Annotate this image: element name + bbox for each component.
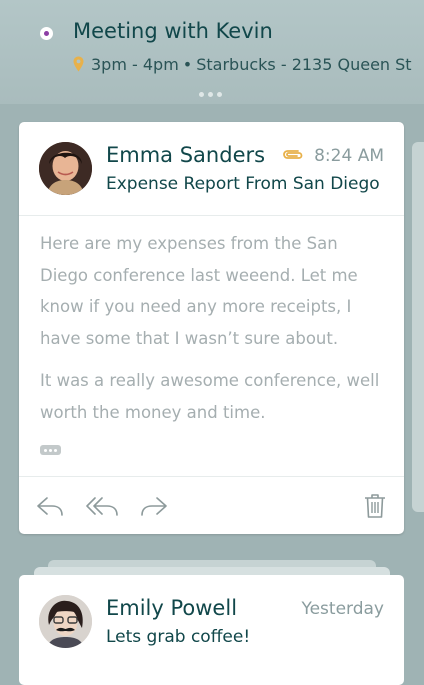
show-more-button[interactable] — [40, 445, 61, 455]
event-time: 3pm - 4pm — [91, 54, 179, 74]
delete-button[interactable] — [361, 492, 389, 520]
reply-button[interactable] — [33, 492, 67, 520]
email-time: Yesterday — [301, 599, 384, 619]
event-header[interactable]: Meeting with Kevin 3pm - 4pm • Starbucks… — [0, 0, 424, 104]
email-body-paragraph: It was a really awesome conference, well… — [40, 371, 380, 422]
event-details: 3pm - 4pm • Starbucks - 2135 Queen St — [73, 52, 418, 76]
attachment-icon — [283, 150, 303, 159]
header-divider — [19, 215, 404, 216]
email-time: 8:24 AM — [314, 146, 384, 166]
event-status-dot — [40, 27, 53, 40]
email-body-paragraph: Here are my expenses from the San Diego … — [40, 234, 358, 348]
separator-dot: • — [182, 54, 193, 74]
sender-name: Emma Sanders — [106, 143, 266, 167]
actions-divider — [19, 476, 404, 477]
next-card-edge[interactable] — [412, 142, 424, 512]
forward-button[interactable] — [137, 492, 171, 520]
avatar — [39, 142, 92, 195]
reply-all-button[interactable] — [83, 492, 123, 520]
location-pin-icon — [73, 56, 84, 72]
email-subject: Expense Report From San Diego — [106, 174, 380, 194]
email-subject: Lets grab coffee! — [106, 627, 251, 647]
sender-name: Emily Powell — [106, 596, 238, 620]
drag-handle[interactable] — [199, 92, 222, 97]
avatar — [39, 595, 92, 648]
trash-icon — [365, 494, 385, 518]
email-card[interactable]: Emily Powell Yesterday Lets grab coffee! — [19, 575, 404, 685]
event-title: Meeting with Kevin — [73, 19, 273, 43]
reply-all-icon — [86, 497, 118, 516]
email-card[interactable]: Emma Sanders 8:24 AM Expense Report From… — [19, 122, 404, 534]
reply-icon — [37, 497, 63, 516]
forward-icon — [141, 497, 167, 516]
event-location: Starbucks - 2135 Queen St — [196, 54, 412, 74]
